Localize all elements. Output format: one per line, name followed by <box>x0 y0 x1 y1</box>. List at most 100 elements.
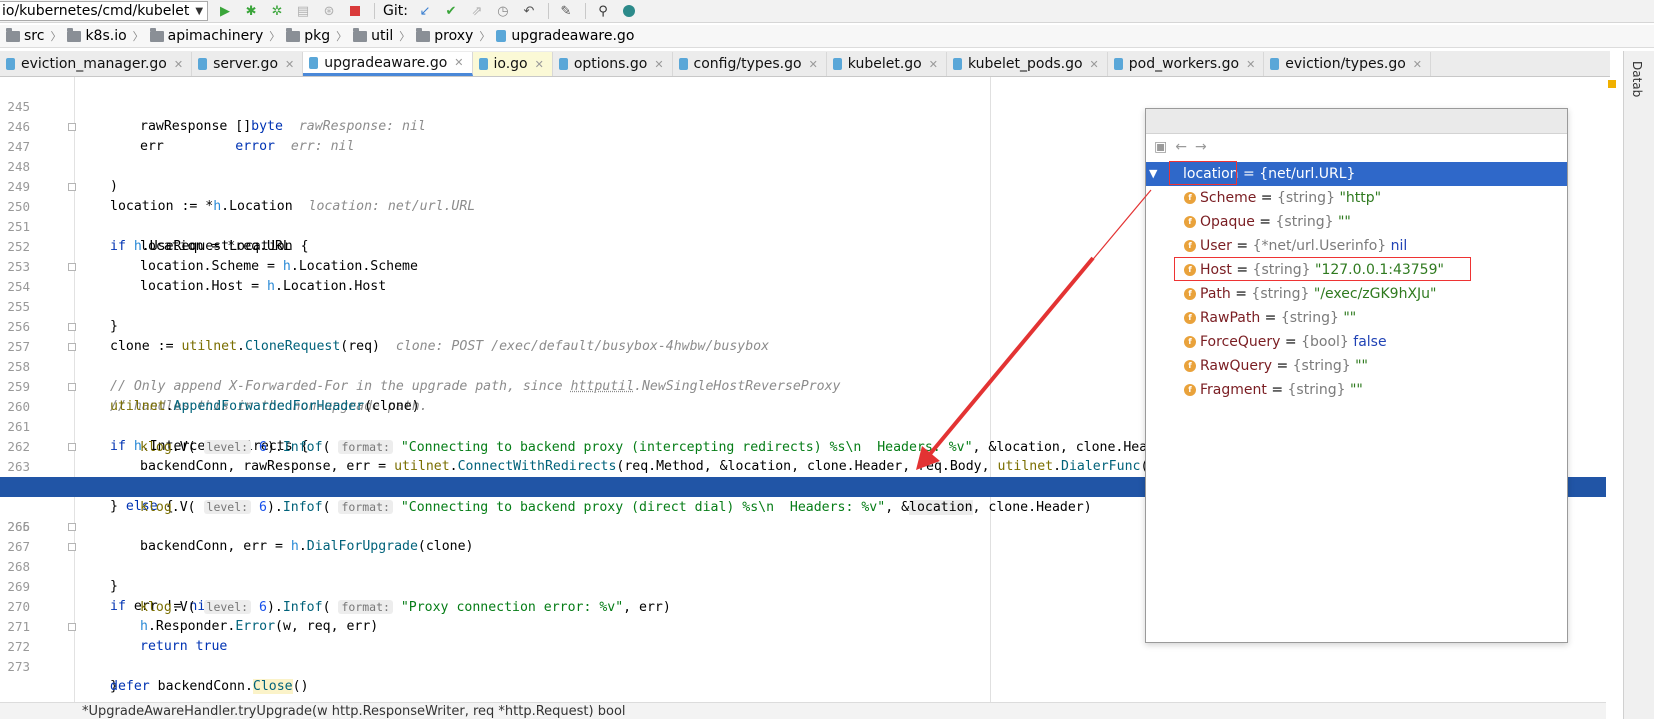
breadcrumb-item[interactable]: apimachinery 〉 <box>149 27 281 44</box>
breadcrumb-label: src <box>24 28 45 44</box>
popup-title-bar[interactable] <box>1146 109 1567 134</box>
folder-icon <box>67 27 82 42</box>
pin-to-tree-icon[interactable]: ▣ <box>1154 139 1167 155</box>
breadcrumb-label: pkg <box>304 28 331 44</box>
fold-marker-icon[interactable] <box>68 543 76 551</box>
chevron-down-icon: ▼ <box>195 5 204 17</box>
forward-arrow-icon[interactable]: → <box>1195 139 1207 155</box>
attach-icon[interactable]: ⊛ <box>320 2 338 20</box>
watch-node-text: RawPath = {string} "" <box>1200 310 1357 326</box>
code-line: 245 rawResponse []byte rawResponse: nil <box>0 77 1606 134</box>
watch-node-text: ForceQuery = {bool} false <box>1200 334 1387 350</box>
tab-options[interactable]: options.go ✕ <box>553 52 673 76</box>
field-name: User <box>1200 238 1232 254</box>
git-label: Git: <box>383 3 408 19</box>
go-file-icon <box>198 58 208 70</box>
fold-marker-icon[interactable] <box>68 443 76 451</box>
field-name: ForceQuery <box>1200 334 1281 350</box>
go-file-icon <box>496 30 507 42</box>
watch-node-text: User = {*net/url.Userinfo} nil <box>1200 238 1408 254</box>
field-type: {string} <box>1275 214 1334 230</box>
tree-row-field[interactable]: f Path = {string} "/exec/zGK9hXJu" <box>1146 282 1567 306</box>
go-file-icon <box>832 58 842 70</box>
field-icon: f <box>1184 312 1196 324</box>
close-icon[interactable]: ✕ <box>929 58 938 71</box>
breadcrumb-item[interactable]: util 〉 <box>353 27 410 44</box>
fold-marker-icon[interactable] <box>68 623 76 631</box>
tree-row-field[interactable]: f ForceQuery = {bool} false <box>1146 330 1567 354</box>
revert-icon[interactable]: ↶ <box>520 2 538 20</box>
debug-value-popup[interactable]: ▣ ← → ▼ location = {net/url.URL} f Schem… <box>1145 108 1568 643</box>
chevron-right-icon: 〉 <box>50 30 62 43</box>
chevron-right-icon: 〉 <box>269 30 281 43</box>
git-commit-icon[interactable]: ✔ <box>442 2 460 20</box>
toolbar-divider <box>584 3 586 19</box>
close-icon[interactable]: ✕ <box>1090 58 1099 71</box>
toolbar-divider <box>374 3 376 19</box>
tree-row-field[interactable]: f RawQuery = {string} "" <box>1146 354 1567 378</box>
warning-marker-icon[interactable] <box>1608 80 1616 88</box>
field-type: {*net/url.Userinfo} <box>1252 238 1387 254</box>
chevron-right-icon: 〉 <box>132 30 144 43</box>
coverage-icon[interactable]: ✲ <box>268 2 286 20</box>
git-merge-icon[interactable]: ⇗ <box>468 2 486 20</box>
close-icon[interactable]: ✕ <box>174 58 183 71</box>
tab-kubelet[interactable]: kubelet.go ✕ <box>827 52 947 76</box>
tab-label: eviction/types.go <box>1285 56 1406 72</box>
close-icon[interactable]: ✕ <box>535 58 544 71</box>
tab-eviction-manager[interactable]: eviction_manager.go ✕ <box>0 52 193 76</box>
run-icon[interactable]: ▶ <box>216 2 234 20</box>
fold-marker-icon[interactable] <box>68 123 76 131</box>
fold-marker-icon[interactable] <box>68 323 76 331</box>
settings-icon[interactable]: ✎ <box>557 2 575 20</box>
close-icon[interactable]: ✕ <box>1413 58 1422 71</box>
breadcrumb-item[interactable]: upgradeaware.go <box>496 28 634 44</box>
breadcrumb-item[interactable]: src 〉 <box>6 27 62 44</box>
tab-upgradeaware[interactable]: upgradeaware.go ✕ <box>303 52 473 76</box>
field-value: false <box>1353 334 1387 350</box>
tab-kubelet-pods[interactable]: kubelet_pods.go ✕ <box>947 52 1108 76</box>
tab-config-types[interactable]: config/types.go ✕ <box>673 52 827 76</box>
field-value: "" <box>1337 214 1351 230</box>
breadcrumb-item[interactable]: proxy 〉 <box>416 27 490 44</box>
tab-label: config/types.go <box>693 56 802 72</box>
debug-icon[interactable]: ✱ <box>242 2 260 20</box>
fold-marker-icon[interactable] <box>68 263 76 271</box>
close-icon[interactable]: ✕ <box>454 56 463 69</box>
field-name: RawQuery <box>1200 358 1272 374</box>
field-type: {string} <box>1292 358 1351 374</box>
tab-eviction-types[interactable]: eviction/types.go ✕ <box>1264 52 1431 76</box>
close-icon[interactable]: ✕ <box>654 58 663 71</box>
tree-row-field[interactable]: f Scheme = {string} "http" <box>1146 186 1567 210</box>
history-icon[interactable]: ◷ <box>494 2 512 20</box>
find-icon[interactable] <box>620 2 638 20</box>
tree-row-field[interactable]: f User = {*net/url.Userinfo} nil <box>1146 234 1567 258</box>
fold-marker-icon[interactable] <box>68 383 76 391</box>
tab-label: eviction_manager.go <box>21 56 167 72</box>
tab-pod-workers[interactable]: pod_workers.go ✕ <box>1108 52 1265 76</box>
stop-icon[interactable] <box>346 2 364 20</box>
tab-io[interactable]: io.go ✕ <box>472 52 553 76</box>
tab-server[interactable]: server.go ✕ <box>192 52 304 76</box>
fold-marker-icon[interactable] <box>68 343 76 351</box>
run-configuration-select[interactable]: io/kubernetes/cmd/kubelet ▼ <box>0 1 209 21</box>
tree-row-field[interactable]: f Fragment = {string} "" <box>1146 378 1567 402</box>
breadcrumb-item[interactable]: pkg 〉 <box>286 27 347 44</box>
git-update-icon[interactable]: ↙ <box>416 2 434 20</box>
fold-marker-icon[interactable] <box>68 523 76 531</box>
close-icon[interactable]: ✕ <box>285 58 294 71</box>
expand-triangle-icon[interactable]: ▼ <box>1149 162 1157 186</box>
tab-label: server.go <box>213 56 279 72</box>
breadcrumb-item[interactable]: k8s.io 〉 <box>67 27 144 44</box>
database-tool-window-strip[interactable]: Datab <box>1623 51 1654 719</box>
close-icon[interactable]: ✕ <box>1246 58 1255 71</box>
fold-marker-icon[interactable] <box>68 183 76 191</box>
search-icon[interactable]: ⚲ <box>594 2 612 20</box>
tree-row-field[interactable]: f Opaque = {string} "" <box>1146 210 1567 234</box>
field-type: {string} <box>1276 190 1335 206</box>
profile-icon[interactable]: ▤ <box>294 2 312 20</box>
close-icon[interactable]: ✕ <box>809 58 818 71</box>
field-icon: f <box>1184 216 1196 228</box>
back-arrow-icon[interactable]: ← <box>1175 139 1187 155</box>
tree-row-field[interactable]: f RawPath = {string} "" <box>1146 306 1567 330</box>
